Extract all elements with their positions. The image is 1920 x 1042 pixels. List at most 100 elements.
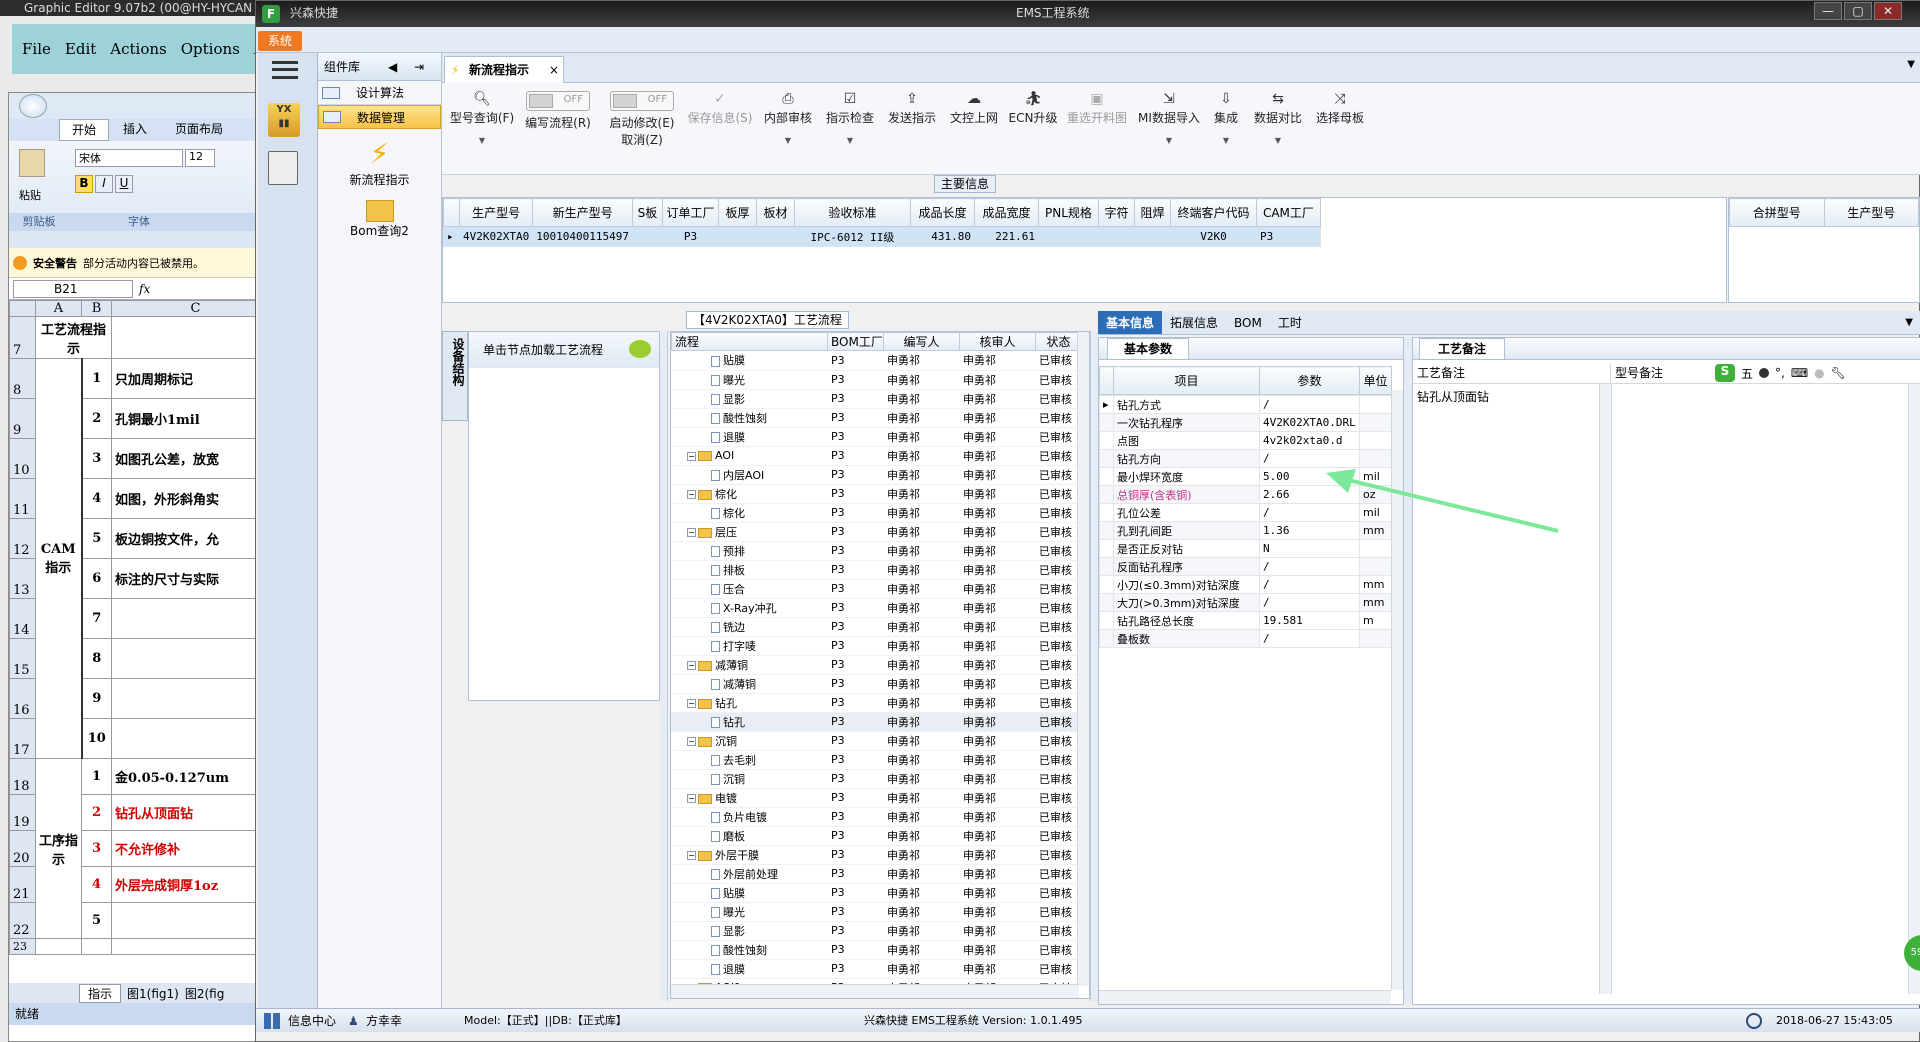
col-header[interactable]: 生产型号	[458, 198, 534, 227]
col-header[interactable]: 合拼型号	[1729, 198, 1825, 227]
panel-prev-icon[interactable]: ◀	[388, 53, 397, 81]
grid-cell[interactable]: IPC-6012 II级	[793, 226, 911, 247]
tree-row[interactable]: 外层前处理 P3 申勇祁 申勇祁 已审核	[671, 864, 1081, 884]
dropdown-arrow-icon[interactable]: ▼	[1136, 136, 1202, 145]
col-header[interactable]: 终端客户代码	[1169, 198, 1257, 227]
excel-cell-process[interactable]: 工序指示	[35, 758, 82, 939]
tree-row[interactable]: − 棕化 P3 申勇祁 申勇祁 已审核	[671, 484, 1081, 504]
maximize-button[interactable]: ▢	[1844, 2, 1872, 20]
basic-params-tab[interactable]: 基本参数	[1107, 338, 1190, 360]
excel-cell[interactable]: 9	[81, 678, 112, 719]
param-value[interactable]: N	[1259, 539, 1360, 558]
excel-cell[interactable]: 4	[81, 478, 112, 519]
process-remarks-tab[interactable]: 工艺备注	[1419, 338, 1506, 360]
save-info-button[interactable]: ✓ 保存信息(S)	[686, 89, 754, 126]
param-row[interactable]: 一次钻孔程序 4V2K02XTA0.DRL	[1099, 413, 1392, 432]
col-header[interactable]: 字符	[1097, 198, 1135, 227]
tree-row[interactable]: 酸性蚀刻 P3 申勇祁 申勇祁 已审核	[671, 408, 1081, 428]
calculator-icon[interactable]	[268, 151, 298, 185]
integrate-button[interactable]: ⇩ 集成 ▼	[1208, 89, 1244, 145]
tree-row[interactable]: 排板 P3 申勇祁 申勇祁 已审核	[671, 560, 1081, 580]
data-compare-button[interactable]: ⇆ 数据对比 ▼	[1250, 89, 1306, 145]
col-header[interactable]: 项目	[1113, 366, 1260, 395]
col-header[interactable]: 新生产型号	[532, 198, 633, 227]
tab-close-icon[interactable]: ×	[549, 57, 559, 83]
tree-row[interactable]: 铣边 P3 申勇祁 申勇祁 已审核	[671, 617, 1081, 637]
tree-row[interactable]: 退膜 P3 申勇祁 申勇祁 已审核	[671, 959, 1081, 979]
underline-button[interactable]: U	[115, 175, 133, 193]
excel-cell[interactable]: 4	[81, 866, 112, 903]
tree-row[interactable]: 负片电镀 P3 申勇祁 申勇祁 已审核	[671, 807, 1081, 827]
instruction-check-button[interactable]: ☑ 指示检查 ▼	[822, 89, 878, 145]
collapse-toggle-icon[interactable]: −	[687, 737, 696, 746]
param-row[interactable]: 大刀(>0.3mm)对钻深度 / mm	[1099, 593, 1392, 612]
sheet-tab-fig1[interactable]: 图1(fig1)	[127, 985, 179, 1002]
dropdown-arrow-icon[interactable]: ▼	[760, 136, 816, 145]
select-motherboard-button[interactable]: ⤨ 选择母板	[1312, 89, 1368, 126]
write-flow-toggle[interactable]: OFF 编写流程(R)	[522, 89, 594, 131]
grid-cell[interactable]: 221.61	[973, 226, 1039, 247]
tab-new-flow-instruction[interactable]: ⚡ 新流程指示 ×	[444, 56, 564, 83]
params-horizontal-scrollbar[interactable]	[1099, 990, 1391, 1004]
tree-row[interactable]: − 减薄铜 P3 申勇祁 申勇祁 已审核	[671, 655, 1081, 675]
grid-cell[interactable]: V2K0	[1169, 226, 1257, 247]
name-box[interactable]: B21	[13, 279, 133, 298]
excel-cell[interactable]: 2	[81, 794, 112, 831]
tab-bom[interactable]: BOM	[1226, 311, 1270, 334]
process-remark-text[interactable]: 钻孔从顶面钻	[1417, 388, 1489, 405]
tab-extended-info[interactable]: 拓展信息	[1162, 311, 1226, 334]
tree-row[interactable]: 沉铜 P3 申勇祁 申勇祁 已审核	[671, 769, 1081, 789]
grid-cell[interactable]	[631, 226, 663, 247]
grid-cell[interactable]	[1097, 226, 1135, 247]
grid-cell[interactable]: P3	[661, 226, 719, 247]
keyboard-icon[interactable]: ⌨	[1791, 366, 1808, 380]
col-header[interactable]: 状态	[1035, 332, 1082, 351]
tree-row[interactable]: 显影 P3 申勇祁 申勇祁 已审核	[671, 921, 1081, 941]
new-flow-instruction-button[interactable]: ⚡ 新流程指示	[318, 137, 441, 188]
tree-row[interactable]: 内层AOI P3 申勇祁 申勇祁 已审核	[671, 465, 1081, 485]
excel-cell[interactable]: 5	[81, 518, 112, 559]
tree-row[interactable]: X-Ray冲孔 P3 申勇祁 申勇祁 已审核	[671, 598, 1081, 618]
col-header[interactable]: 订单工厂	[661, 198, 719, 227]
sogou-ime-icon[interactable]: S	[1715, 364, 1735, 382]
start-modify-toggle[interactable]: OFF 启动修改(E) 取消(Z)	[606, 89, 678, 148]
param-row[interactable]: 钻孔路径总长度 19.581 m	[1099, 611, 1392, 630]
tree-row[interactable]: 曝光 P3 申勇祁 申勇祁 已审核	[671, 370, 1081, 390]
font-size-input[interactable]: 12	[185, 149, 215, 167]
tree-vertical-scrollbar[interactable]	[1077, 332, 1089, 986]
user-icon[interactable]: ●	[1814, 366, 1824, 380]
menu-options[interactable]: Options	[181, 40, 240, 58]
grid-cell[interactable]	[717, 226, 757, 247]
tree-row[interactable]: 退膜 P3 申勇祁 申勇祁 已审核	[671, 427, 1081, 447]
col-header[interactable]: BOM工厂	[827, 332, 884, 351]
param-value[interactable]: /	[1259, 575, 1360, 594]
param-row[interactable]: ▸ 钻孔方式 /	[1099, 395, 1392, 414]
param-value[interactable]: /	[1259, 557, 1360, 576]
tree-row[interactable]: 减薄铜 P3 申勇祁 申勇祁 已审核	[671, 674, 1081, 694]
excel-cell[interactable]: 6	[81, 558, 112, 599]
tree-horizontal-scrollbar[interactable]	[671, 984, 1079, 998]
dropdown-arrow-icon[interactable]: ▼	[822, 136, 878, 145]
sidebar-item-data-management[interactable]: 数据管理	[318, 105, 441, 129]
model-remarks-scrollbar[interactable]	[1908, 384, 1920, 994]
info-center-label[interactable]: 信息中心	[288, 1009, 336, 1033]
ecn-upgrade-button[interactable]: ⛹︎ ECN升级	[1008, 89, 1058, 126]
excel-cell[interactable]: 3	[81, 438, 112, 479]
tree-row[interactable]: 显影 P3 申勇祁 申勇祁 已审核	[671, 389, 1081, 409]
col-header[interactable]: CAM工厂	[1255, 198, 1321, 227]
excel-cell[interactable]: 1	[81, 358, 112, 399]
ribbon-tab-pagelayout[interactable]: 页面布局	[161, 119, 237, 141]
param-value[interactable]: 19.581	[1259, 611, 1360, 630]
param-row[interactable]: 是否正反对钻 N	[1099, 539, 1392, 558]
mi-data-import-button[interactable]: ⇲ MI数据导入 ▼	[1136, 89, 1202, 145]
sheet-tab-instructions[interactable]: 指示	[79, 983, 122, 1003]
main-info-row[interactable]: ▸ 4V2K02XTA0 10010400115497 P3 IPC-6012 …	[443, 226, 1321, 247]
system-menu-button[interactable]: 系统	[258, 31, 302, 51]
param-value[interactable]: 4V2K02XTA0.DRL	[1259, 413, 1360, 432]
collapse-toggle-icon[interactable]: −	[687, 490, 696, 499]
close-button[interactable]: ✕	[1874, 2, 1902, 20]
col-header[interactable]: 编写人	[883, 332, 960, 351]
col-header[interactable]: 成品长度	[909, 198, 975, 227]
italic-button[interactable]: I	[95, 175, 113, 193]
excel-cell[interactable]: 5	[81, 902, 112, 939]
